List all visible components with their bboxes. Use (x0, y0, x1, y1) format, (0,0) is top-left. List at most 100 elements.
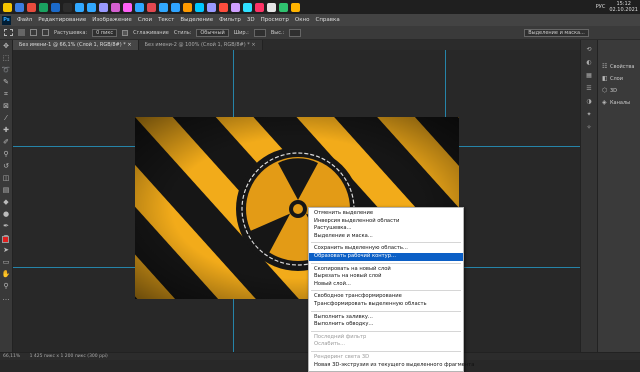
panel-tab-3d[interactable]: ⬡ 3D (602, 87, 617, 95)
context-menu-item[interactable]: Выполнить заливку... (309, 314, 463, 322)
menu-item[interactable]: Изображение (89, 17, 135, 23)
taskbar-app-icon[interactable] (183, 2, 192, 12)
clone-stamp-tool-icon[interactable]: ⚲ (2, 150, 11, 159)
taskbar-app-icon[interactable] (267, 2, 276, 12)
taskbar-app-icon[interactable] (243, 2, 252, 12)
healing-brush-tool-icon[interactable]: ✚ (2, 126, 11, 135)
taskbar-app-icon[interactable] (39, 2, 48, 12)
taskbar-app-icon[interactable] (219, 2, 228, 12)
context-menu-item[interactable]: Новый слой... (309, 281, 463, 289)
menu-item[interactable]: Просмотр (258, 17, 292, 23)
context-menu-item[interactable]: Трансформировать выделенную область (309, 301, 463, 309)
taskbar-app-icon[interactable] (207, 2, 216, 12)
eyedropper-tool-icon[interactable]: ⁄ (2, 114, 11, 123)
taskbar-app-icon[interactable] (159, 2, 168, 12)
crop-tool-icon[interactable]: ⌗ (2, 90, 11, 99)
document-info[interactable]: 1 425 пикс x 1 200 пикс (300 ppi) (30, 354, 108, 359)
adjustments-panel-icon[interactable]: ◑ (585, 98, 594, 105)
libraries-panel-icon[interactable]: ☰ (585, 85, 594, 92)
menu-item[interactable]: Выделение (177, 17, 216, 23)
antialias-checkbox[interactable] (122, 29, 129, 36)
context-menu-item[interactable]: Сохранить выделенную область... (309, 245, 463, 253)
taskbar-app-icon[interactable] (51, 2, 60, 12)
height-input[interactable] (289, 28, 302, 37)
menu-item[interactable]: Редактирование (35, 17, 89, 23)
context-menu-item[interactable]: Растушевка... (309, 225, 463, 233)
menu-item[interactable]: Текст (155, 17, 177, 23)
taskbar-app-icon[interactable] (63, 2, 72, 12)
menu-item[interactable]: Окно (292, 17, 313, 23)
canvas-area[interactable] (13, 50, 580, 352)
document-tab[interactable]: Без имени-2 @ 100% (Слой 1, RGB/8#) * × (138, 40, 263, 50)
gradient-tool-icon[interactable]: ▤ (2, 186, 11, 195)
panel-tab-channels[interactable]: ◈ Каналы (602, 100, 630, 107)
menu-item[interactable]: Слои (135, 17, 155, 23)
selection-mode-subtract-icon[interactable] (42, 29, 49, 36)
taskbar-app-icon[interactable] (87, 2, 96, 12)
document-tab[interactable]: Без имени-1 @ 66,1% (Слой 1, RGB/8#) * × (13, 40, 139, 50)
panel-tab-properties[interactable]: ☷ Свойства (602, 64, 634, 71)
hand-tool-icon[interactable]: ✋ (2, 270, 11, 279)
quick-selection-tool-icon[interactable]: ✎ (2, 78, 11, 87)
taskbar-app-icon[interactable] (231, 2, 240, 12)
pen-tool-icon[interactable]: ✒ (2, 222, 11, 231)
selection-mode-new-icon[interactable] (18, 29, 25, 36)
feather-input[interactable]: 0 пикс (92, 28, 118, 37)
context-menu-item[interactable]: Свободное трансформирование (309, 293, 463, 301)
language-indicator[interactable]: РУС (596, 4, 606, 10)
taskbar-app-icon[interactable] (111, 2, 120, 12)
frame-tool-icon[interactable]: ⊠ (2, 102, 11, 111)
clock[interactable]: 15:12 02.10.2021 (609, 1, 638, 13)
zoom-tool-icon[interactable]: ⚲ (2, 282, 11, 291)
panel-tab-layers[interactable]: ◧ Слои (602, 76, 623, 83)
rectangle-tool-icon[interactable]: ▭ (2, 258, 11, 267)
context-menu-item[interactable]: Образовать рабочий контур... (309, 252, 463, 261)
swatches-panel-icon[interactable]: ▦ (585, 72, 594, 79)
dodge-tool-icon[interactable]: ● (2, 210, 11, 219)
brush-tool-icon[interactable]: ✐ (2, 138, 11, 147)
context-menu-item[interactable]: Отменить выделение (309, 210, 463, 218)
taskbar-app-icon[interactable] (147, 2, 156, 12)
taskbar-app-icon[interactable] (255, 2, 264, 12)
taskbar-app-icon[interactable] (75, 2, 84, 12)
style-select[interactable]: Обычный (196, 28, 229, 37)
history-brush-tool-icon[interactable]: ↺ (2, 162, 11, 171)
taskbar-app-icon[interactable] (99, 2, 108, 12)
taskbar-app-icon[interactable] (27, 2, 36, 12)
context-menu-item[interactable]: Новая 3D-экструзия из текущего выделенно… (309, 362, 474, 370)
more-tools-icon[interactable]: … (2, 294, 11, 303)
eraser-tool-icon[interactable]: ◫ (2, 174, 11, 183)
menu-item[interactable]: 3D (244, 17, 258, 23)
paths-panel-icon[interactable]: ✧ (585, 124, 594, 131)
selection-mode-add-icon[interactable] (30, 29, 37, 36)
history-panel-icon[interactable]: ⟲ (585, 46, 594, 53)
foreground-color-swatch[interactable] (2, 236, 9, 243)
taskbar-app-icon[interactable] (195, 2, 204, 12)
taskbar-app-icon[interactable] (123, 2, 132, 12)
context-menu-item[interactable]: Выделение и маска... (309, 233, 463, 241)
marquee-tool-icon[interactable]: ⬚ (2, 54, 11, 63)
width-input[interactable] (253, 28, 266, 37)
menu-item[interactable]: Фильтр (216, 17, 244, 23)
taskbar-app-icon[interactable] (291, 2, 300, 12)
select-and-mask-button[interactable]: Выделение и маска... (524, 28, 589, 37)
context-menu-item[interactable]: Вырезать на новый слой (309, 273, 463, 281)
taskbar-app-icon[interactable] (15, 2, 24, 12)
taskbar-app-icon[interactable] (171, 2, 180, 12)
lasso-tool-icon[interactable]: ➰ (2, 66, 11, 75)
move-tool-icon[interactable]: ✥ (2, 42, 11, 51)
path-selection-tool-icon[interactable]: ➤ (2, 246, 11, 255)
styles-panel-icon[interactable]: ✦ (585, 111, 594, 118)
taskbar-app-icon[interactable] (135, 2, 144, 12)
taskbar-app-icon[interactable] (279, 2, 288, 12)
zoom-level[interactable]: 66,11% (3, 354, 20, 359)
marquee-tool-icon[interactable] (4, 29, 13, 36)
blur-tool-icon[interactable]: ◆ (2, 198, 11, 207)
context-menu-item[interactable]: Выполнить обводку... (309, 321, 463, 329)
color-panel-icon[interactable]: ◐ (585, 59, 594, 66)
taskbar-app-icon[interactable] (3, 2, 12, 12)
3d-icon: ⬡ (602, 87, 608, 94)
menu-item[interactable]: Файл (14, 17, 35, 23)
menu-item[interactable]: Справка (312, 17, 342, 23)
context-menu-item[interactable]: Инверсия выделенной области (309, 218, 463, 226)
